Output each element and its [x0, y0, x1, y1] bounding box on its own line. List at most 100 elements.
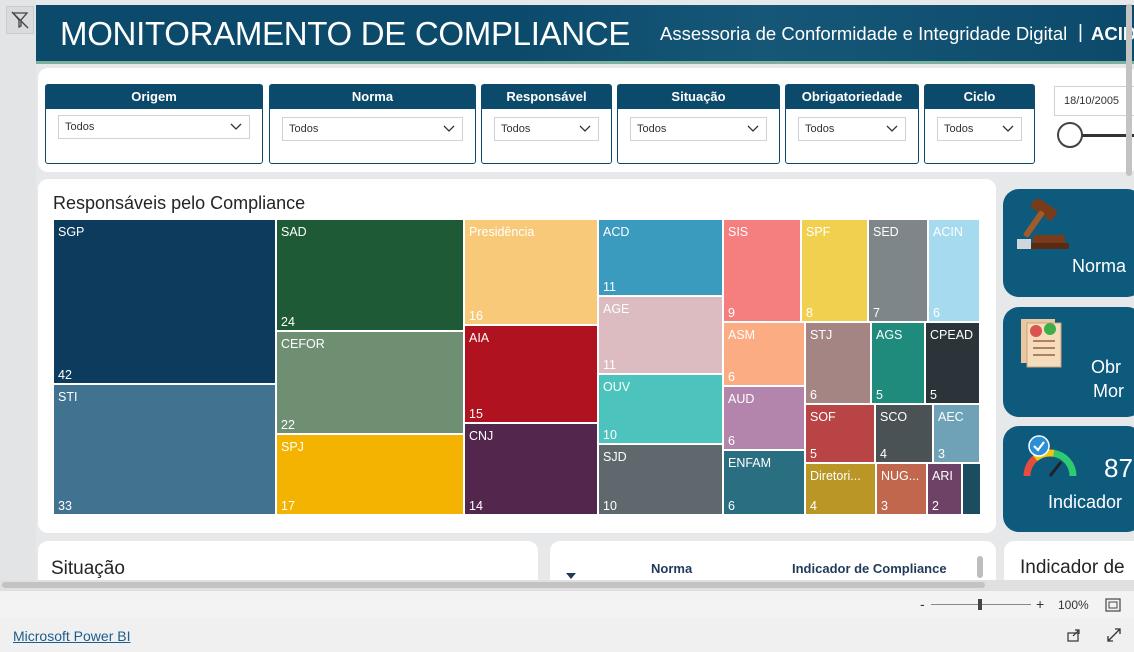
- slicer-value: Todos: [289, 123, 319, 135]
- treemap-cell-label: SPF: [806, 225, 831, 239]
- slicer-origem: Origem Todos: [45, 84, 263, 164]
- treemap-cell-value: 6: [728, 434, 735, 448]
- kpi-card-norma[interactable]: Norma: [1003, 189, 1134, 297]
- treemap-cell-label: AGE: [603, 302, 630, 316]
- treemap-cell[interactable]: SPJ 17: [276, 434, 464, 515]
- treemap-cell[interactable]: SGP 42: [53, 219, 276, 384]
- treemap-cell[interactable]: Diretori... 4: [805, 463, 876, 515]
- treemap-cell-value: 10: [603, 428, 617, 442]
- situacao-title: Situação: [51, 558, 125, 579]
- gavel-icon: [1017, 199, 1069, 249]
- treemap-cell-value: 24: [281, 315, 295, 329]
- header-banner: MONITORAMENTO DE COMPLIANCE Assessoria d…: [36, 5, 1134, 61]
- sort-icon[interactable]: [566, 573, 576, 579]
- treemap-cell[interactable]: AGS 5: [871, 322, 925, 404]
- kpi-card-obrigatoriedade[interactable]: Obr Mor: [1003, 307, 1134, 417]
- treemap-cell-value: 7: [873, 306, 880, 320]
- date-input[interactable]: 18/10/2005: [1054, 86, 1134, 116]
- treemap-cell-label: AIA: [469, 331, 490, 345]
- slicer-situacao: Situação Todos: [617, 84, 780, 164]
- treemap-cell[interactable]: ACIN 6: [928, 219, 980, 322]
- vertical-scrollbar[interactable]: [1126, 4, 1132, 176]
- treemap-cell[interactable]: SJD 10: [598, 444, 723, 515]
- treemap-cell-label: Diretori...: [810, 469, 861, 483]
- table-header-norma[interactable]: Norma: [651, 561, 692, 576]
- slicer-title: Situação: [618, 85, 779, 109]
- treemap-cell-label: SPJ: [281, 440, 304, 454]
- treemap-cell[interactable]: Presidência 16: [464, 219, 598, 325]
- zoom-slider-handle[interactable]: [978, 599, 982, 610]
- horizontal-scrollbar[interactable]: [2, 582, 985, 588]
- chevron-down-icon: [229, 120, 243, 142]
- treemap-cell[interactable]: CNJ 14: [464, 423, 598, 515]
- treemap-cell[interactable]: AEC 3: [933, 404, 980, 463]
- treemap-cell[interactable]: CEFOR 22: [276, 331, 464, 434]
- treemap-cell[interactable]: ENFAM 6: [723, 450, 805, 515]
- share-icon[interactable]: [1066, 627, 1082, 648]
- clear-filter-icon[interactable]: [6, 6, 34, 34]
- slicer-value: Todos: [944, 123, 974, 135]
- treemap-cell-value: 11: [603, 280, 616, 294]
- slicer-dropdown[interactable]: Todos: [630, 117, 767, 141]
- slicer-responsavel: Responsável Todos: [481, 84, 612, 164]
- slicer-obrigatoriedade: Obrigatoriedade Todos: [785, 84, 919, 164]
- slicer-dropdown[interactable]: Todos: [282, 117, 463, 141]
- expand-icon[interactable]: [1106, 627, 1122, 648]
- treemap-cell[interactable]: STJ 6: [805, 322, 871, 404]
- treemap-cell-value: 5: [810, 447, 817, 461]
- slicer-value: Todos: [65, 121, 95, 133]
- treemap-cell-label: CNJ: [469, 429, 494, 443]
- header-separator: |: [1078, 22, 1083, 43]
- treemap-cell-label: SOF: [810, 410, 836, 424]
- treemap-cell[interactable]: SED 7: [868, 219, 928, 322]
- treemap-cell[interactable]: SCO 4: [875, 404, 933, 463]
- treemap-cell-label: SAD: [281, 225, 307, 239]
- slicer-dropdown[interactable]: Todos: [58, 115, 250, 139]
- treemap-cell-label: ASM: [728, 328, 756, 342]
- kpi-label-line1: Obr: [1091, 357, 1122, 377]
- treemap-cell[interactable]: OUV 10: [598, 374, 723, 444]
- treemap-cell[interactable]: SAD 24: [276, 219, 464, 331]
- zoom-in-button[interactable]: +: [1036, 596, 1044, 612]
- treemap-cell-label: SED: [873, 225, 899, 239]
- date-slider-handle[interactable]: [1057, 122, 1083, 148]
- kpi-card-indicador[interactable]: 87 Indicador: [1003, 426, 1134, 532]
- chevron-down-icon: [885, 122, 899, 144]
- treemap-cell[interactable]: SPF 8: [801, 219, 868, 322]
- treemap-cell[interactable]: SIS 9: [723, 219, 801, 322]
- treemap-cell[interactable]: SOF 5: [805, 404, 875, 463]
- slicer-title: Responsável: [482, 85, 611, 109]
- treemap-cell[interactable]: ASM 6: [723, 322, 805, 386]
- treemap-cell[interactable]: [962, 463, 981, 515]
- treemap-cell[interactable]: AGE 11: [598, 296, 723, 374]
- treemap-cell[interactable]: STI 33: [53, 384, 276, 515]
- slicer-dropdown[interactable]: Todos: [798, 117, 906, 141]
- treemap-cell[interactable]: AUD 6: [723, 386, 805, 450]
- treemap-cell-value: 42: [58, 368, 72, 382]
- treemap-cell-value: 6: [728, 499, 735, 513]
- treemap-cell[interactable]: CPEAD 5: [925, 322, 980, 404]
- treemap-cell[interactable]: NUG... 3: [876, 463, 927, 515]
- slicer-ciclo: Ciclo Todos: [924, 84, 1035, 164]
- treemap-cell-label: OUV: [603, 380, 631, 394]
- zoom-out-button[interactable]: -: [920, 596, 925, 612]
- treemap-cell[interactable]: AIA 15: [464, 325, 598, 423]
- table-scrollbar[interactable]: [977, 556, 983, 578]
- treemap-cell[interactable]: ACD 11: [598, 219, 723, 296]
- slicer-norma: Norma Todos: [269, 84, 476, 164]
- treemap-cell[interactable]: ARI 2: [927, 463, 962, 515]
- treemap-cell-label: ENFAM: [728, 456, 772, 470]
- horizontal-scrollbar-track: [0, 580, 1134, 590]
- treemap-cell-value: 14: [469, 499, 483, 513]
- treemap-cell-label: SIS: [728, 225, 749, 239]
- treemap-cell-label: Presidência: [469, 225, 535, 239]
- fit-to-page-icon[interactable]: [1105, 598, 1121, 617]
- treemap-cell-label: CEFOR: [281, 337, 325, 351]
- table-header-indicador[interactable]: Indicador de Compliance: [792, 561, 947, 576]
- slicer-dropdown[interactable]: Todos: [494, 117, 599, 141]
- power-bi-link[interactable]: Microsoft Power BI: [13, 628, 130, 644]
- treemap-cell-value: 11: [603, 358, 616, 372]
- treemap-card: Responsáveis pelo Compliance SGP 42 STI 33 S…: [38, 179, 996, 533]
- chevron-down-icon: [1001, 122, 1015, 144]
- slicer-dropdown[interactable]: Todos: [937, 117, 1022, 141]
